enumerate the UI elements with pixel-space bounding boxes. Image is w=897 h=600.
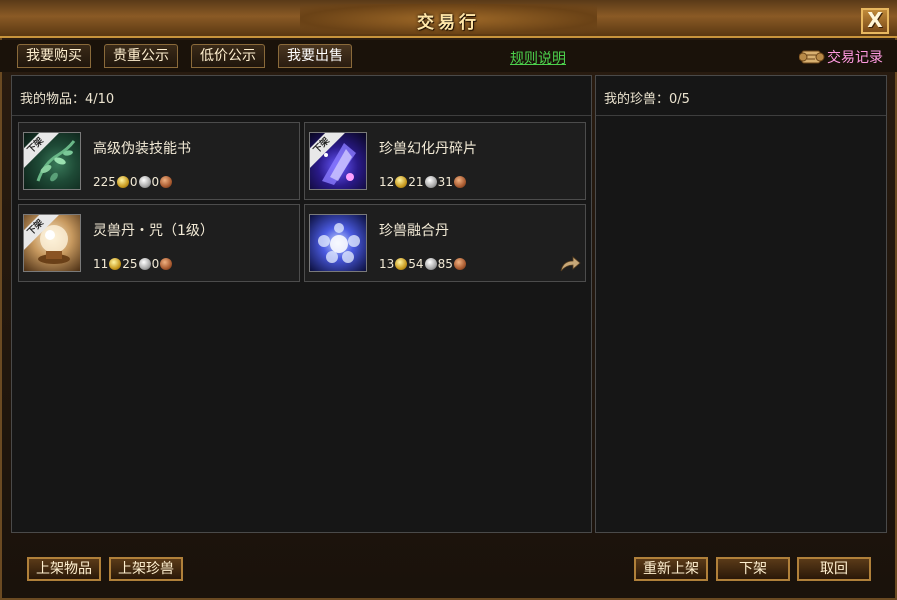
gold-amount: 11 — [93, 257, 109, 271]
my-items-panel: 我的物品：4/10 下架 高级伪装技能书 225 0 0 下架 珍兽幻化丹碎片 … — [11, 75, 592, 533]
fusion-pill-icon — [309, 214, 367, 272]
item-name: 珍兽幻化丹碎片 — [379, 141, 477, 157]
item-card[interactable]: 珍兽融合丹 13 54 85 — [304, 204, 586, 282]
window-title: 交易行 — [417, 13, 480, 33]
silver-coin-icon — [138, 258, 151, 270]
gold-coin-icon — [395, 258, 408, 270]
delist-button[interactable]: 下架 — [716, 557, 790, 581]
trade-record-label: 交易记录 — [827, 50, 883, 66]
crystal-shard-icon: 下架 — [309, 132, 367, 190]
rules-link[interactable]: 规则说明 — [510, 48, 566, 68]
item-card[interactable]: 下架 灵兽丹・咒（1级） 11 25 0 — [18, 204, 300, 282]
item-price: 11 25 0 — [93, 257, 173, 271]
gold-amount: 225 — [93, 175, 116, 189]
share-arrow-icon[interactable] — [559, 255, 581, 273]
tab-sell[interactable]: 我要出售 — [278, 44, 352, 68]
skill-book-icon: 下架 — [23, 132, 81, 190]
list-item-button[interactable]: 上架物品 — [27, 557, 101, 581]
item-price: 13 54 85 — [379, 257, 467, 271]
gold-coin-icon — [109, 258, 122, 270]
silver-coin-icon — [424, 176, 437, 188]
copper-amount: 0 — [151, 257, 160, 271]
my-items-header: 我的物品：4/10 — [12, 76, 591, 116]
item-name: 灵兽丹・咒（1级） — [93, 223, 214, 239]
silver-amount: 54 — [408, 257, 424, 271]
my-pets-panel: 我的珍兽：0/5 — [595, 75, 887, 533]
silver-amount: 21 — [408, 175, 424, 189]
item-card[interactable]: 下架 高级伪装技能书 225 0 0 — [18, 122, 300, 200]
copper-amount: 85 — [437, 257, 453, 271]
copper-coin-icon — [160, 258, 173, 270]
item-name: 珍兽融合丹 — [379, 223, 449, 239]
copper-amount: 31 — [437, 175, 453, 189]
gold-coin-icon — [116, 176, 129, 188]
copper-coin-icon — [453, 258, 466, 270]
tab-buy[interactable]: 我要购买 — [17, 44, 91, 68]
scroll-icon — [799, 50, 825, 64]
title-bar: 交易行 X — [0, 0, 897, 38]
close-button[interactable]: X — [861, 8, 889, 34]
item-name: 高级伪装技能书 — [93, 141, 191, 157]
copper-coin-icon — [453, 176, 466, 188]
tab-valuable-notice[interactable]: 贵重公示 — [104, 44, 178, 68]
item-price: 12 21 31 — [379, 175, 467, 189]
gold-amount: 12 — [379, 175, 395, 189]
gold-coin-icon — [395, 176, 408, 188]
list-pet-button[interactable]: 上架珍兽 — [109, 557, 183, 581]
silver-coin-icon — [424, 258, 437, 270]
silver-amount: 0 — [129, 175, 138, 189]
my-pets-header: 我的珍兽：0/5 — [596, 76, 886, 116]
item-card[interactable]: 下架 珍兽幻化丹碎片 12 21 31 — [304, 122, 586, 200]
trade-record-button[interactable]: 交易记录 — [799, 46, 883, 68]
gold-amount: 13 — [379, 257, 395, 271]
retrieve-button[interactable]: 取回 — [797, 557, 871, 581]
silver-amount: 25 — [122, 257, 138, 271]
tab-lowprice-notice[interactable]: 低价公示 — [191, 44, 265, 68]
copper-coin-icon — [160, 176, 173, 188]
relist-button[interactable]: 重新上架 — [634, 557, 708, 581]
orb-pedestal-icon: 下架 — [23, 214, 81, 272]
copper-amount: 0 — [151, 175, 160, 189]
item-price: 225 0 0 — [93, 175, 173, 189]
tab-bar: 我要购买 贵重公示 低价公示 我要出售 规则说明 交易记录 — [0, 40, 897, 72]
silver-coin-icon — [138, 176, 151, 188]
